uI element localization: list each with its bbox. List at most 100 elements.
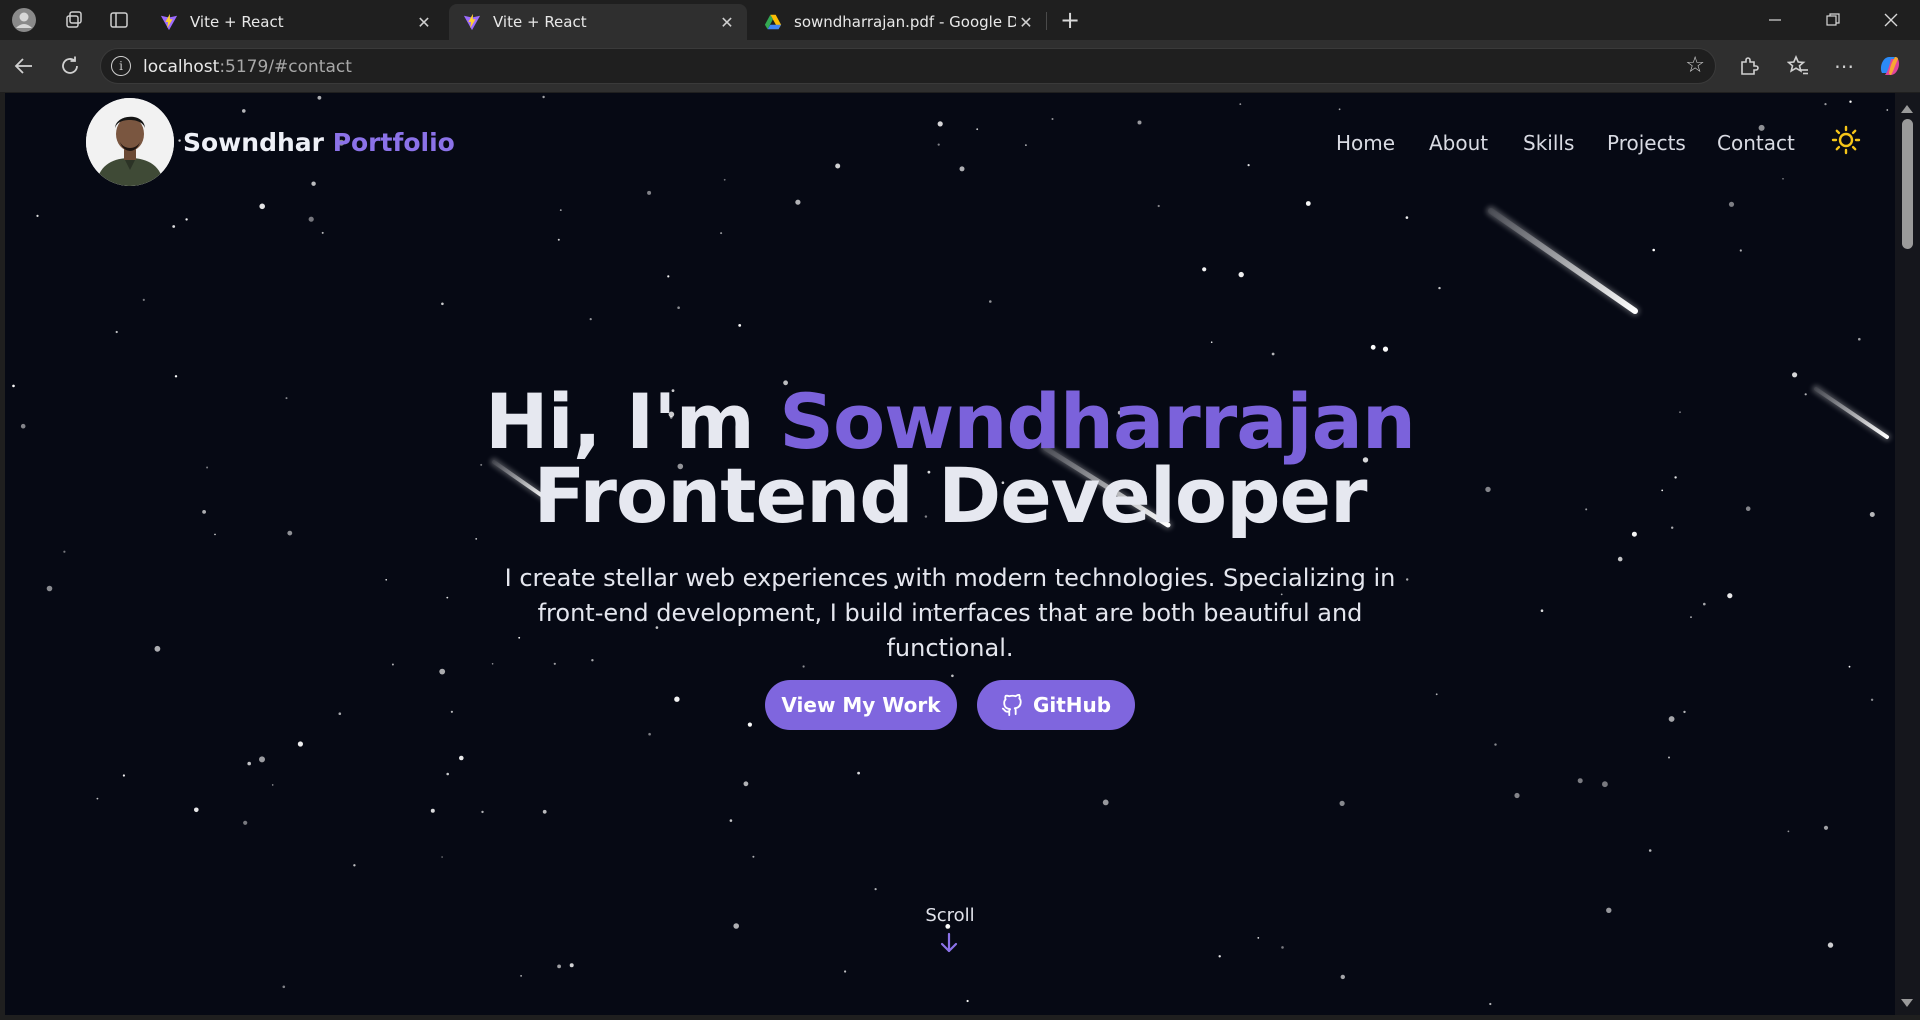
favorites-icon[interactable] (1782, 50, 1814, 82)
star (835, 163, 841, 169)
star (738, 324, 742, 327)
star (154, 645, 161, 652)
star (874, 888, 877, 891)
star (1239, 103, 1242, 105)
tab-vite-react-1[interactable]: Vite + React ✕ (146, 4, 444, 40)
star (1405, 216, 1409, 219)
star (185, 218, 188, 221)
reload-icon[interactable] (54, 50, 86, 82)
address-bar[interactable]: i localhost:5179/#contact ☆ (100, 48, 1716, 84)
minimize-icon[interactable] (1746, 0, 1804, 40)
nav-home[interactable]: Home (1336, 131, 1395, 155)
shooting-star (1486, 206, 1640, 316)
scrollbar-thumb[interactable] (1902, 119, 1913, 249)
star (1137, 120, 1142, 125)
hero-description: I create stellar web experiences with mo… (504, 564, 1396, 662)
star (1247, 164, 1250, 167)
tab-google-drive[interactable]: sowndharrajan.pdf - Google Drive ✕ (750, 4, 1046, 40)
nav-about[interactable]: About (1429, 131, 1488, 155)
star (321, 231, 324, 234)
arrow-down-icon[interactable] (939, 931, 959, 955)
star (1652, 248, 1655, 252)
close-window-icon[interactable] (1862, 0, 1920, 40)
star (1886, 109, 1889, 111)
star (259, 756, 265, 763)
star (1668, 716, 1675, 722)
star (1648, 849, 1652, 852)
theme-toggle-sun-icon[interactable] (1831, 125, 1861, 155)
scroll-up-arrow-icon[interactable] (1901, 105, 1913, 113)
brand-name: Sowndhar Portfolio (183, 127, 455, 157)
star (338, 712, 342, 715)
star (63, 550, 66, 553)
star (1370, 344, 1376, 350)
new-tab-icon[interactable]: + (1056, 6, 1084, 34)
hero-heading-role: Frontend Developer (533, 451, 1367, 540)
star (441, 302, 444, 306)
star (557, 964, 561, 969)
star (115, 330, 118, 334)
star (1617, 556, 1623, 562)
star (439, 668, 446, 675)
star (459, 755, 464, 761)
copilot-icon[interactable] (1874, 50, 1906, 82)
star (1827, 942, 1834, 948)
nav-projects[interactable]: Projects (1607, 131, 1686, 155)
star (1281, 946, 1284, 949)
star (1340, 974, 1346, 980)
star (720, 232, 723, 235)
extensions-icon[interactable] (1733, 50, 1765, 82)
star (1051, 118, 1054, 120)
star (520, 975, 522, 977)
star (46, 585, 53, 592)
tab-vite-react-2[interactable]: Vite + React ✕ (449, 4, 747, 40)
profile-icon[interactable] (10, 6, 38, 34)
star (450, 710, 453, 713)
star (729, 819, 733, 822)
restore-icon[interactable] (1804, 0, 1862, 40)
page-scrollbar[interactable] (1895, 93, 1920, 1015)
vite-icon (160, 13, 178, 31)
star (271, 784, 274, 786)
more-menu-icon[interactable]: ⋯ (1828, 50, 1860, 82)
nav-contact[interactable]: Contact (1717, 131, 1795, 155)
star (96, 797, 99, 800)
star (282, 985, 286, 989)
close-tab-icon[interactable]: ✕ (414, 12, 434, 32)
star (430, 808, 435, 813)
star (1849, 100, 1852, 103)
github-icon (1001, 694, 1022, 716)
star (122, 774, 125, 777)
tab-actions-icon[interactable] (105, 6, 133, 34)
star (1382, 346, 1389, 352)
star (1202, 267, 1207, 272)
favorite-star-icon[interactable]: ☆ (1685, 53, 1705, 78)
workspaces-icon[interactable] (60, 6, 88, 34)
star (1792, 372, 1798, 378)
star (569, 963, 574, 968)
star (1489, 1002, 1492, 1006)
star (752, 855, 755, 858)
star (1782, 178, 1784, 180)
star (446, 596, 449, 599)
close-tab-icon[interactable]: ✕ (717, 12, 737, 32)
avatar (86, 98, 174, 186)
star (667, 275, 670, 278)
star (747, 722, 753, 727)
site-info-icon[interactable]: i (111, 56, 131, 76)
star (308, 216, 314, 222)
star (1514, 792, 1520, 799)
nav-skills[interactable]: Skills (1523, 131, 1574, 155)
star (1727, 593, 1733, 599)
star (589, 318, 592, 321)
star (559, 209, 562, 211)
view-my-work-button[interactable]: View My Work (765, 680, 957, 730)
star (743, 781, 749, 787)
scroll-down-arrow-icon[interactable] (1901, 999, 1913, 1007)
star (385, 579, 388, 581)
github-button[interactable]: GitHub (977, 680, 1135, 730)
close-tab-icon[interactable]: ✕ (1016, 12, 1036, 32)
back-icon[interactable] (8, 50, 40, 82)
star (1728, 201, 1735, 207)
brand-logo[interactable]: Sowndhar Portfolio (86, 98, 455, 186)
